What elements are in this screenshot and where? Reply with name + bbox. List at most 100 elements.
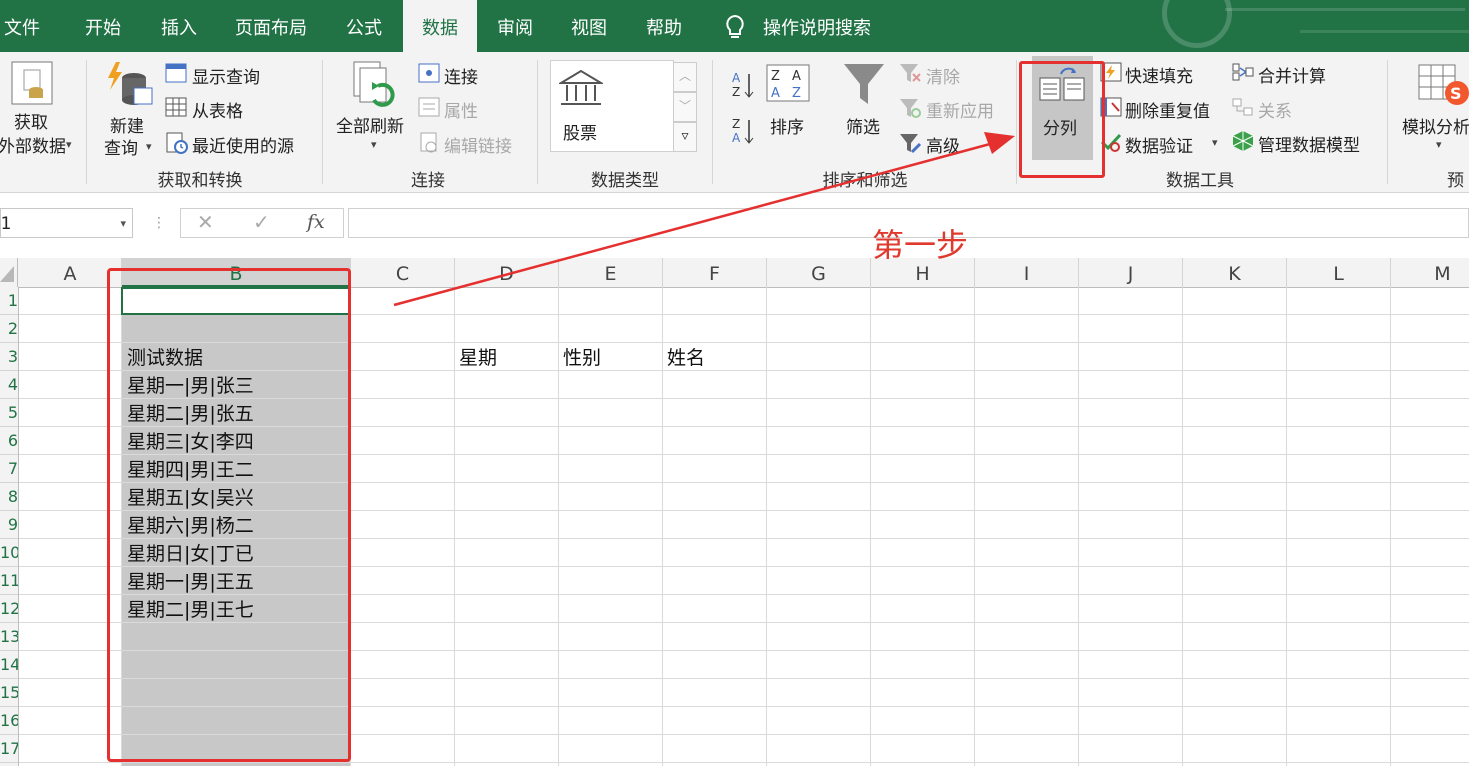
insert-function-icon[interactable]: fx bbox=[307, 211, 325, 233]
sort-descending-icon[interactable]: ZA bbox=[730, 116, 754, 150]
svg-text:A: A bbox=[792, 69, 801, 84]
get-external-data-icon bbox=[10, 60, 54, 110]
get-external-data-label-1[interactable]: 获取 bbox=[14, 108, 48, 133]
tab-insert[interactable]: 插入 bbox=[150, 0, 208, 52]
connections-button[interactable]: 连接 bbox=[444, 63, 478, 88]
show-query-button[interactable]: 显示查询 bbox=[192, 63, 260, 88]
row-header[interactable]: 5 bbox=[0, 399, 18, 427]
from-table-button[interactable]: 从表格 bbox=[192, 97, 243, 122]
column-header-m[interactable]: M bbox=[1391, 258, 1469, 287]
row-header[interactable]: 3 bbox=[0, 343, 18, 371]
chevron-down-icon[interactable]: ▾ bbox=[120, 209, 126, 239]
what-if-analysis-button[interactable]: 模拟分析 bbox=[1402, 113, 1469, 138]
properties-button[interactable]: 属性 bbox=[444, 97, 478, 122]
refresh-all-button[interactable]: 全部刷新 bbox=[336, 112, 404, 137]
chevron-down-icon[interactable]: ▾ bbox=[371, 138, 377, 151]
column-header-j[interactable]: J bbox=[1079, 258, 1183, 287]
row-header[interactable]: 12 bbox=[0, 595, 18, 623]
consolidate-button[interactable]: 合并计算 bbox=[1258, 62, 1326, 87]
decorative-line bbox=[1225, 8, 1465, 11]
tab-review[interactable]: 审阅 bbox=[487, 0, 543, 52]
chevron-down-icon[interactable]: ▾ bbox=[1212, 136, 1218, 149]
chevron-down-icon[interactable]: ▾ bbox=[66, 138, 72, 151]
row-header[interactable]: 15 bbox=[0, 679, 18, 707]
stocks-button[interactable]: 股票 bbox=[563, 119, 597, 144]
remove-duplicates-button[interactable]: 删除重复值 bbox=[1125, 97, 1210, 122]
formula-buttons: ✕ ✓ fx bbox=[180, 208, 344, 238]
relationships-icon bbox=[1232, 97, 1254, 121]
gridline bbox=[19, 762, 1469, 763]
svg-text:Z: Z bbox=[771, 69, 780, 84]
row-header[interactable]: 2 bbox=[0, 315, 18, 343]
column-header-g[interactable]: G bbox=[767, 258, 871, 287]
row-header[interactable]: 11 bbox=[0, 567, 18, 595]
relationships-button[interactable]: 关系 bbox=[1258, 97, 1292, 122]
filter-button[interactable]: 筛选 bbox=[846, 113, 880, 138]
chevron-down-icon[interactable]: ▾ bbox=[1436, 138, 1442, 151]
cell-e3[interactable]: 性别 bbox=[563, 343, 601, 371]
recent-sources-button[interactable]: 最近使用的源 bbox=[192, 132, 294, 157]
data-validation-button[interactable]: 数据验证 bbox=[1125, 132, 1193, 157]
row-header[interactable]: 14 bbox=[0, 651, 18, 679]
row-header[interactable]: 6 bbox=[0, 427, 18, 455]
cancel-icon[interactable]: ✕ bbox=[197, 210, 214, 234]
tab-help[interactable]: 帮助 bbox=[636, 0, 692, 52]
row-header[interactable]: 13 bbox=[0, 623, 18, 651]
cell-d3[interactable]: 星期 bbox=[459, 343, 497, 371]
sort-button[interactable]: 排序 bbox=[770, 113, 804, 138]
row-header[interactable]: 9 bbox=[0, 511, 18, 539]
flash-fill-button[interactable]: 快速填充 bbox=[1125, 62, 1193, 87]
tab-file[interactable]: 文件 bbox=[0, 0, 44, 52]
row-header[interactable]: 16 bbox=[0, 707, 18, 735]
gallery-scroll-down[interactable]: ﹀ bbox=[673, 92, 697, 122]
column-header-k[interactable]: K bbox=[1183, 258, 1287, 287]
tell-me-search[interactable]: 操作说明搜索 bbox=[760, 0, 874, 52]
data-types-gallery[interactable]: 股票 bbox=[550, 60, 674, 152]
clear-button[interactable]: 清除 bbox=[926, 63, 960, 88]
gridline bbox=[870, 287, 871, 766]
column-header-d[interactable]: D bbox=[455, 258, 559, 287]
gallery-expand[interactable]: ▿ bbox=[673, 122, 697, 152]
row-header[interactable]: 4 bbox=[0, 371, 18, 399]
decorative-circle bbox=[1162, 0, 1232, 48]
lightbulb-icon[interactable] bbox=[720, 0, 750, 52]
name-box[interactable]: B1 ▾ bbox=[0, 208, 133, 238]
gallery-scroll-up[interactable]: ︿ bbox=[673, 62, 697, 92]
row-header[interactable]: 7 bbox=[0, 455, 18, 483]
edit-links-icon bbox=[418, 132, 440, 158]
column-header-i[interactable]: I bbox=[975, 258, 1079, 287]
sort-ascending-icon[interactable]: AZ bbox=[730, 70, 754, 104]
formula-bar: B1 ▾ ⋮ ✕ ✓ fx bbox=[0, 193, 1469, 258]
edit-links-button[interactable]: 编辑链接 bbox=[444, 132, 512, 157]
gridline bbox=[662, 287, 663, 766]
tab-formulas[interactable]: 公式 bbox=[334, 0, 394, 52]
group-separator bbox=[322, 60, 323, 184]
tab-view[interactable]: 视图 bbox=[561, 0, 617, 52]
new-query-label-2[interactable]: 查询 bbox=[104, 134, 138, 159]
get-external-data-label-2[interactable]: 外部数据 bbox=[0, 132, 66, 157]
group-separator bbox=[712, 60, 713, 184]
tab-data[interactable]: 数据 bbox=[403, 0, 477, 52]
advanced-filter-button[interactable]: 高级 bbox=[926, 132, 960, 157]
group-label-get-transform: 获取和转换 bbox=[157, 171, 243, 191]
sogou-ime-icon[interactable]: S bbox=[1444, 80, 1469, 110]
tab-home[interactable]: 开始 bbox=[74, 0, 132, 52]
gridline bbox=[1390, 287, 1391, 766]
row-header[interactable]: 10 bbox=[0, 539, 18, 567]
tab-page-layout[interactable]: 页面布局 bbox=[226, 0, 316, 52]
column-header-l[interactable]: L bbox=[1287, 258, 1391, 287]
row-header[interactable]: 17 bbox=[0, 735, 18, 763]
column-header-c[interactable]: C bbox=[351, 258, 455, 287]
column-header-e[interactable]: E bbox=[559, 258, 663, 287]
properties-icon bbox=[418, 97, 440, 121]
highlight-box-split-button bbox=[1019, 61, 1105, 178]
chevron-down-icon[interactable]: ▾ bbox=[146, 140, 152, 153]
reapply-button[interactable]: 重新应用 bbox=[926, 97, 994, 122]
manage-data-model-button[interactable]: 管理数据模型 bbox=[1258, 131, 1360, 156]
enter-icon[interactable]: ✓ bbox=[253, 210, 270, 234]
column-header-f[interactable]: F bbox=[663, 258, 767, 287]
row-header[interactable]: 1 bbox=[0, 287, 18, 315]
select-all-corner[interactable] bbox=[0, 258, 18, 287]
row-header[interactable]: 8 bbox=[0, 483, 18, 511]
cell-f3[interactable]: 姓名 bbox=[667, 343, 705, 371]
